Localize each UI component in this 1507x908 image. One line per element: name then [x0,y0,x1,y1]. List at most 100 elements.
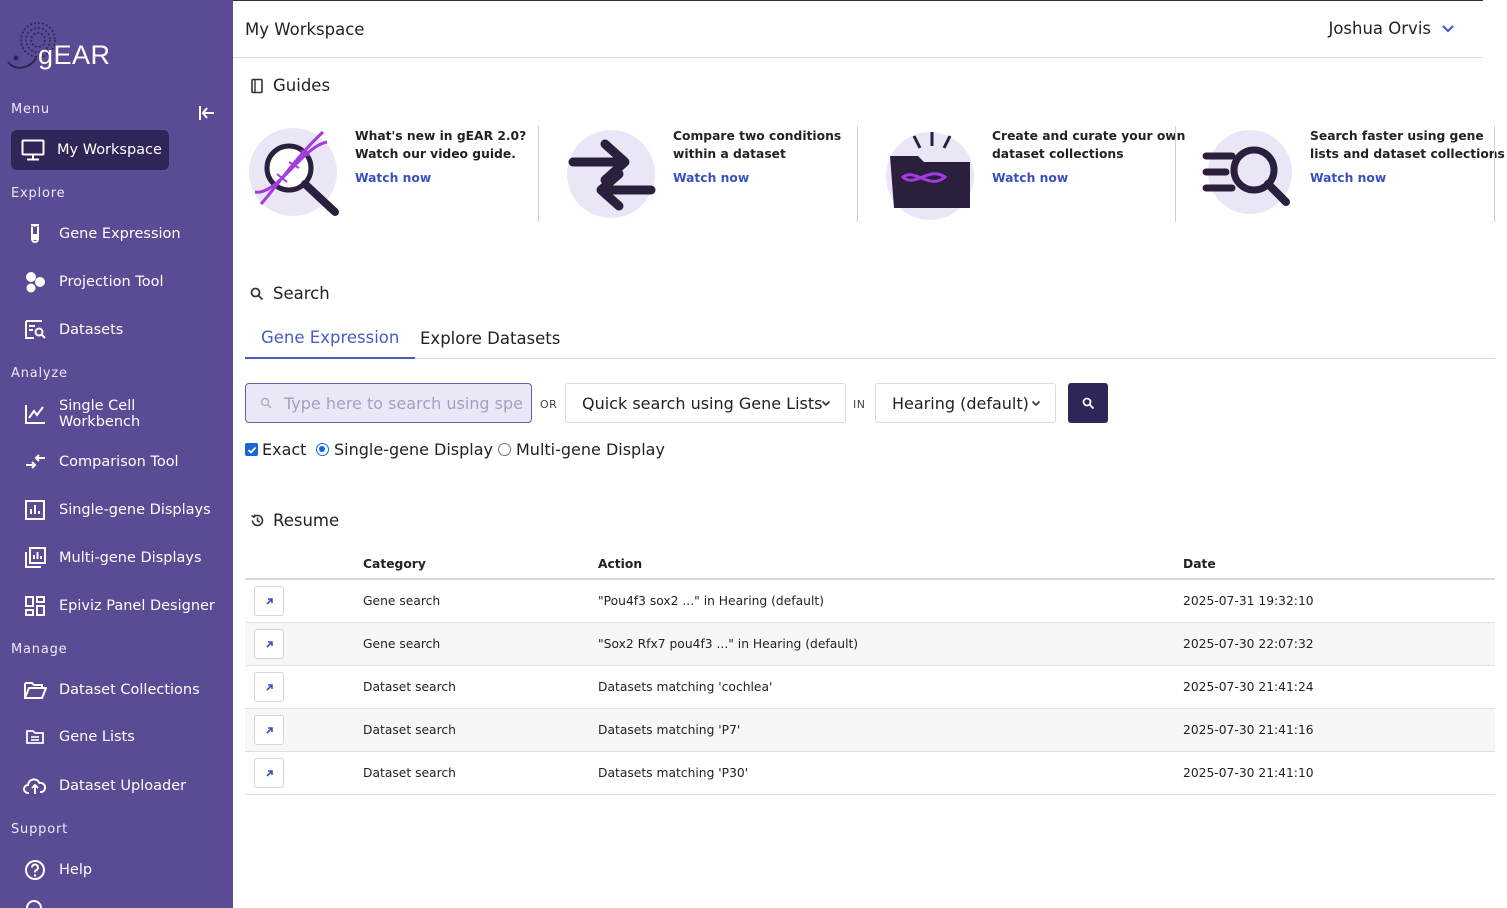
opposing-arrows-icon [567,130,656,218]
guide-text: Create and curate your own dataset colle… [992,129,1186,161]
user-menu[interactable]: Joshua Orvis [1328,19,1455,38]
sidebar-item-comparison-tool[interactable]: Comparison Tool [11,442,221,482]
table-row: Dataset search Datasets matching 'P7' 20… [245,709,1495,752]
exact-label: Exact [262,440,307,459]
sidebar-item-datasets[interactable]: Datasets [11,310,221,350]
guide-divider [1494,126,1495,222]
help-circle-icon [23,858,47,882]
guide-card: Compare two conditions within a dataset … [565,126,883,222]
watch-now-link[interactable]: Watch now [673,171,749,185]
guide-divider [1175,126,1176,222]
row-date: 2025-07-30 21:41:16 [1183,723,1314,737]
search-icon [249,286,265,302]
guide-divider [538,126,539,222]
exact-checkbox[interactable]: Exact [245,440,306,459]
grid-layout-icon [23,594,47,618]
row-category: Dataset search [363,723,456,737]
gene-list-select[interactable]: Quick search using Gene Lists [565,383,846,423]
sidebar-item-projection-tool[interactable]: Projection Tool [11,262,221,302]
resume-open-button[interactable] [254,758,284,788]
watch-now-link[interactable]: Watch now [992,171,1068,185]
checkbox-checked-icon [245,443,258,456]
manage-section-label: Manage [11,642,68,657]
watch-now-link[interactable]: Watch now [355,171,431,185]
arrow-up-right-icon [265,769,273,777]
resume-open-button[interactable] [254,715,284,745]
table-row: Dataset search Datasets matching 'cochle… [245,666,1495,709]
sidebar-item-single-gene-displays[interactable]: Single-gene Displays [11,490,221,530]
sidebar: gEAR Menu My Workspace Explore Gene Expr… [0,0,233,908]
row-category: Gene search [363,594,441,608]
sidebar-item-dataset-uploader[interactable]: Dataset Uploader [11,766,221,806]
app-root: gEAR Menu My Workspace Explore Gene Expr… [0,0,1507,908]
sidebar-item-label: Datasets [59,322,124,338]
gear-logo[interactable]: gEAR [6,18,116,74]
explore-section-label: Explore [11,186,66,201]
resume-table: Category Action Date Gene search "Pou4f3… [245,548,1495,795]
dna-magnifier-icon [249,128,339,216]
guide-text: Search faster using gene lists and datas… [1310,129,1505,161]
radio-unselected-icon [498,443,511,456]
table-header: Category Action Date [245,548,1495,580]
logo-text: gEAR [38,40,111,70]
watch-now-link[interactable]: Watch now [1310,171,1386,185]
collapse-sidebar-button[interactable] [197,103,219,125]
chevron-down-icon [1442,24,1454,33]
sidebar-item-label: Dataset Uploader [59,778,187,794]
table-row: Dataset search Datasets matching 'P30' 2… [245,752,1495,795]
guides-title: Guides [273,76,331,95]
compare-arrows-icon [23,450,47,474]
tab-explore-datasets[interactable]: Explore Datasets [404,318,576,359]
sidebar-item-label: Single-gene Displays [59,502,211,518]
multi-gene-radio[interactable]: Multi-gene Display [498,440,665,459]
resume-open-button[interactable] [254,586,284,616]
gene-search-field[interactable] [245,383,532,423]
tab-gene-expression[interactable]: Gene Expression [245,318,416,359]
row-action: Datasets matching 'P7' [598,723,741,737]
radio-selected-icon [316,443,329,456]
user-name: Joshua Orvis [1328,19,1431,38]
row-date: 2025-07-30 21:41:24 [1183,680,1314,694]
list-search-icon [1202,130,1292,214]
row-action: Datasets matching 'P30' [598,766,749,780]
top-bar: My Workspace Joshua Orvis [233,0,1483,58]
resume-title: Resume [273,511,340,530]
row-action: "Pou4f3 sox2 ..." in Hearing (default) [598,594,824,608]
menu-section-label: Menu [11,102,50,117]
sidebar-item-epiviz-panel-designer[interactable]: Epiviz Panel Designer [11,586,221,626]
single-gene-radio[interactable]: Single-gene Display [316,440,493,459]
chevron-down-icon [821,400,831,407]
list-folder-icon [23,725,47,749]
table-row: Gene search "Pou4f3 sox2 ..." in Hearing… [245,580,1495,623]
gene-search-input[interactable] [284,393,524,413]
sidebar-item-gene-lists[interactable]: Gene Lists [11,717,221,757]
book-icon [249,78,265,94]
search-button[interactable] [1068,383,1108,423]
collection-select[interactable]: Hearing (default) [875,383,1056,423]
support-section-label: Support [11,822,68,837]
search-icon [1082,397,1094,409]
sidebar-item-multi-gene-displays[interactable]: Multi-gene Displays [11,538,221,578]
arrow-up-right-icon [265,640,273,648]
cloud-upload-icon [23,774,47,798]
collapse-left-icon [199,106,214,120]
sidebar-item-label: Dataset Collections [59,682,200,698]
sidebar-item-my-workspace[interactable]: My Workspace [11,130,169,170]
row-date: 2025-07-30 22:07:32 [1183,637,1314,651]
arrow-up-right-icon [265,726,273,734]
resume-open-button[interactable] [254,672,284,702]
search-icon [260,397,272,409]
resume-open-button[interactable] [254,629,284,659]
sidebar-item-label: Multi-gene Displays [59,550,202,566]
gene-list-select-value: Quick search using Gene Lists [582,393,823,413]
sidebar-item-single-cell-workbench[interactable]: Single Cell Workbench [11,394,221,434]
column-header-category: Category [363,557,426,571]
search-header: Search [249,284,330,303]
partial-icon [26,900,42,908]
sidebar-item-help[interactable]: Help [11,850,221,890]
sidebar-item-dataset-collections[interactable]: Dataset Collections [11,670,221,710]
sidebar-item-gene-expression[interactable]: Gene Expression [11,214,221,254]
page-title: My Workspace [245,20,365,39]
guide-card: Create and curate your own dataset colle… [884,126,1202,222]
row-date: 2025-07-30 21:41:10 [1183,766,1314,780]
